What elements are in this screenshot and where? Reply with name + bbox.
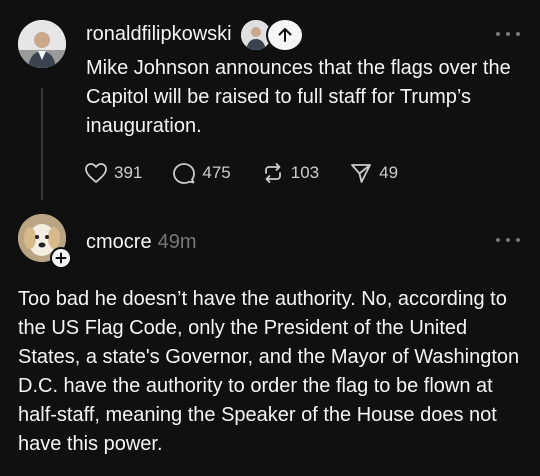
more-icon[interactable] [496, 30, 520, 38]
more-icon[interactable] [496, 236, 520, 244]
thread-line [41, 88, 43, 200]
post-text: Mike Johnson announces that the flags ov… [86, 57, 511, 137]
repost-icon [264, 163, 281, 183]
username[interactable]: cmocre [86, 231, 152, 254]
arrow-up-icon[interactable] [266, 18, 304, 52]
reply-count: 475 [202, 163, 231, 182]
heart-icon [85, 163, 107, 183]
repost-button[interactable]: 103 [261, 162, 319, 184]
share-count: 49 [379, 163, 399, 182]
like-button[interactable]: 391 [84, 162, 142, 184]
post-actions: 391 475 103 49 [84, 162, 428, 184]
thread-post: ronaldfilipkowski Mike Johnson announces… [0, 0, 540, 210]
send-icon [351, 164, 372, 183]
reply-button[interactable]: 475 [172, 162, 231, 184]
post-text: Too bad he doesn’t have the authority. N… [18, 288, 520, 455]
post-header: ronaldfilipkowski [86, 18, 232, 50]
post-header: cmocre 49m [86, 227, 196, 257]
avatar[interactable] [18, 20, 66, 68]
repost-count: 103 [290, 163, 320, 182]
timestamp: 49m [157, 230, 197, 253]
share-button[interactable]: 49 [349, 162, 398, 184]
like-count: 391 [114, 163, 143, 182]
comment-icon [173, 163, 196, 184]
plus-icon[interactable] [50, 247, 72, 269]
username[interactable]: ronaldfilipkowski [86, 23, 232, 45]
